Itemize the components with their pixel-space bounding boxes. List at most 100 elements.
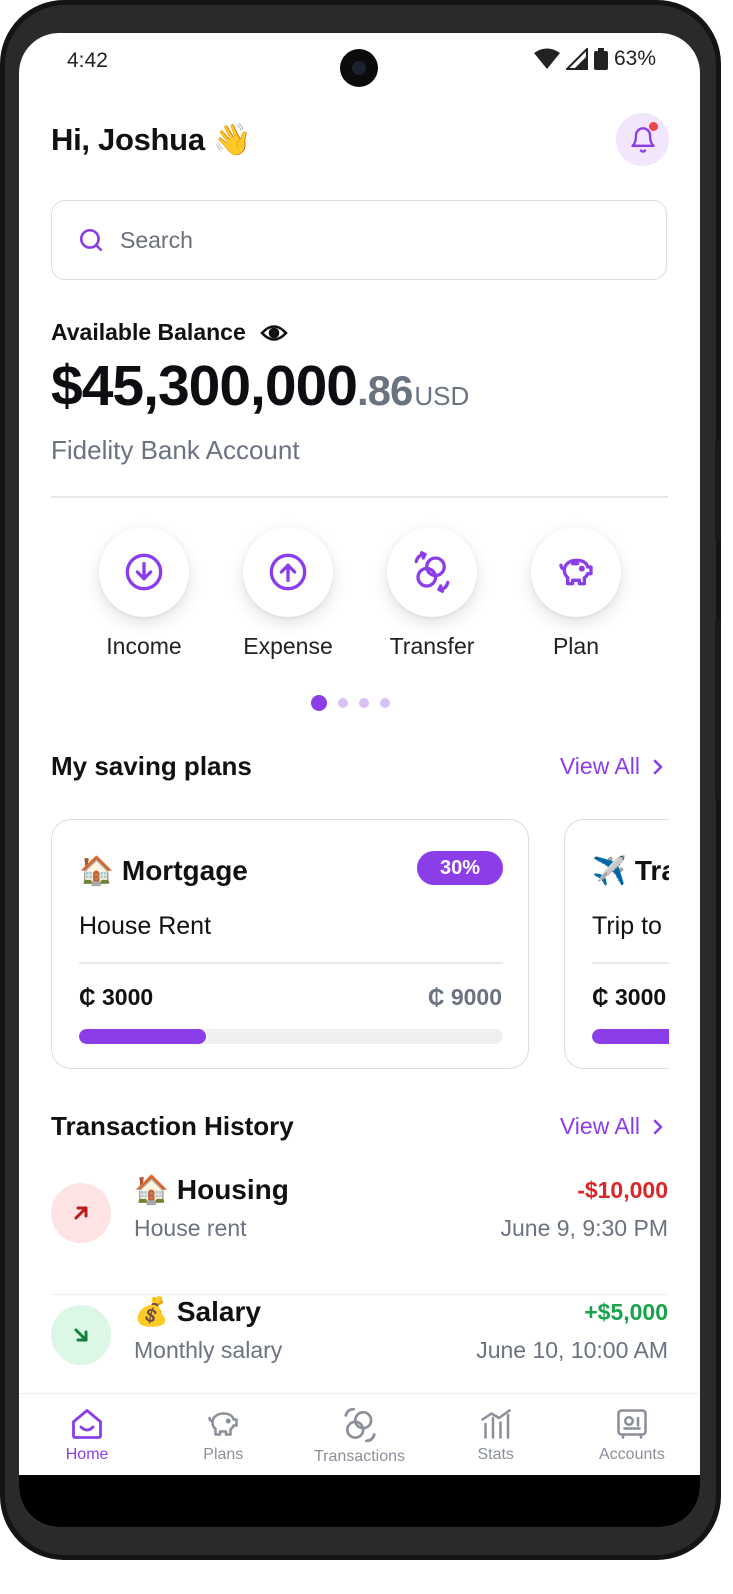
nav-stats[interactable]: Stats bbox=[428, 1394, 564, 1476]
income-label: Income bbox=[106, 633, 182, 659]
pager-dot-active[interactable] bbox=[311, 695, 327, 711]
expense-action[interactable]: Expense bbox=[223, 527, 353, 660]
search-input[interactable] bbox=[118, 225, 602, 255]
balance-label: Available Balance bbox=[51, 319, 288, 346]
transfer-label: Transfer bbox=[389, 633, 475, 659]
plan-action-button[interactable] bbox=[531, 527, 621, 617]
pager-dots bbox=[311, 695, 390, 711]
phone-volume-button bbox=[715, 620, 721, 800]
greeting: Hi, Joshua 👋 bbox=[51, 121, 252, 158]
nav-label: Plans bbox=[203, 1446, 244, 1463]
piggy-bank-icon bbox=[559, 558, 593, 586]
expense-label: Expense bbox=[243, 633, 333, 659]
battery-icon bbox=[593, 48, 608, 70]
arrow-up-circle-icon bbox=[269, 553, 307, 591]
phone-side-button bbox=[715, 440, 721, 540]
card-divider bbox=[592, 962, 669, 964]
transaction-name: Housing bbox=[176, 1173, 289, 1205]
chevron-right-icon bbox=[653, 1119, 663, 1134]
stats-icon bbox=[480, 1409, 511, 1439]
plan-progress-bar bbox=[592, 1029, 669, 1044]
saving-plan-card[interactable]: 🏠 Mortgage 30% House Rent ₵ 3000 ₵ 9000 bbox=[51, 819, 529, 1069]
transaction-date: June 9, 9:30 PM bbox=[500, 1215, 669, 1241]
search-bar[interactable] bbox=[51, 200, 667, 280]
plan-name: Mortgage bbox=[121, 854, 248, 886]
transfer-action-button[interactable] bbox=[387, 527, 477, 617]
pager-dot[interactable] bbox=[338, 698, 348, 708]
arrow-down-right-icon bbox=[74, 1328, 88, 1342]
phone-screen: 4:42 63% Hi, Joshua 👋 Available Balance … bbox=[19, 33, 700, 1527]
balance-currency: USD bbox=[414, 381, 470, 411]
plan-description: Trip to bbox=[592, 912, 662, 940]
transaction-row[interactable]: 🏠 Housing House rent -$10,000 June 9, 9:… bbox=[51, 1173, 668, 1295]
plan-percent-badge: 30% bbox=[417, 851, 503, 885]
transaction-amount: +$5,000 bbox=[584, 1299, 668, 1325]
pager-dot[interactable] bbox=[380, 698, 390, 708]
transaction-note: Monthly salary bbox=[134, 1337, 283, 1363]
money-bag-emoji: 💰 bbox=[134, 1296, 169, 1327]
balance-main: $45,300,000 bbox=[51, 354, 358, 418]
chevron-right-icon bbox=[653, 759, 663, 774]
view-all-label: View All bbox=[559, 753, 640, 779]
nav-transactions[interactable]: Transactions bbox=[291, 1394, 427, 1476]
notification-dot bbox=[649, 122, 658, 131]
expense-action-button[interactable] bbox=[243, 527, 333, 617]
plan-action[interactable]: Plan bbox=[511, 527, 641, 660]
divider bbox=[51, 496, 668, 498]
transfer-icon bbox=[343, 1407, 376, 1443]
saving-plan-card-clip: ✈️ Travel Trip to ₵ 3000 bbox=[564, 819, 669, 1069]
income-action-button[interactable] bbox=[99, 527, 189, 617]
nav-label: Transactions bbox=[314, 1448, 405, 1465]
house-emoji: 🏠 bbox=[79, 855, 114, 886]
battery-percent: 63% bbox=[613, 47, 656, 70]
transaction-date: June 10, 10:00 AM bbox=[476, 1337, 668, 1363]
nav-accounts[interactable]: Accounts bbox=[564, 1394, 700, 1476]
expense-indicator bbox=[51, 1183, 111, 1243]
notification-button[interactable] bbox=[616, 113, 669, 166]
transaction-amount: -$10,000 bbox=[577, 1177, 668, 1203]
plan-title: ✈️ Travel bbox=[592, 854, 669, 887]
saving-plans-view-all[interactable]: View All bbox=[560, 753, 664, 780]
nav-plans[interactable]: Plans bbox=[155, 1394, 291, 1476]
plan-progress-bar bbox=[79, 1029, 503, 1044]
saving-plan-card[interactable]: ✈️ Travel Trip to ₵ 3000 bbox=[564, 819, 669, 1069]
plan-saved-amount: ₵ 3000 bbox=[79, 984, 154, 1010]
nav-home[interactable]: Home bbox=[19, 1394, 155, 1476]
nav-label: Home bbox=[65, 1446, 109, 1463]
income-indicator bbox=[51, 1305, 111, 1365]
view-all-label: View All bbox=[559, 1113, 640, 1139]
house-emoji: 🏠 bbox=[134, 1174, 169, 1205]
nav-label: Accounts bbox=[599, 1446, 665, 1463]
plan-title: 🏠 Mortgage bbox=[79, 854, 248, 887]
nav-label: Stats bbox=[477, 1446, 514, 1463]
transfer-icon bbox=[414, 551, 450, 593]
arrow-down-circle-icon bbox=[125, 553, 163, 591]
transaction-note: House rent bbox=[134, 1215, 247, 1241]
transactions-view-all[interactable]: View All bbox=[560, 1113, 664, 1140]
plan-progress-fill bbox=[592, 1029, 669, 1044]
home-icon bbox=[72, 1409, 103, 1439]
transaction-title: 🏠 Housing bbox=[134, 1173, 289, 1206]
waving-hand-emoji: 👋 bbox=[213, 122, 252, 157]
transaction-title: 💰 Salary bbox=[134, 1295, 261, 1328]
piggy-bank-icon bbox=[208, 1412, 239, 1436]
card-divider bbox=[79, 962, 503, 964]
safe-icon bbox=[617, 1409, 647, 1439]
gesture-bar-area bbox=[19, 1475, 700, 1527]
balance-cents: .86 bbox=[356, 367, 413, 414]
transfer-action[interactable]: Transfer bbox=[367, 527, 497, 660]
status-time: 4:42 bbox=[67, 49, 108, 72]
eye-icon[interactable] bbox=[259, 322, 288, 344]
wifi-icon bbox=[533, 48, 560, 69]
pager-dot[interactable] bbox=[359, 698, 369, 708]
saving-plans-title: My saving plans bbox=[51, 751, 252, 781]
greeting-text: Hi, Joshua bbox=[51, 122, 205, 157]
income-action[interactable]: Income bbox=[79, 527, 209, 660]
transaction-history-title: Transaction History bbox=[51, 1111, 294, 1141]
balance-label-text: Available Balance bbox=[51, 319, 246, 345]
arrow-up-right-icon bbox=[74, 1206, 88, 1220]
balance-amount: $45,300,000 .86 USD bbox=[51, 353, 469, 419]
signal-icon bbox=[565, 48, 588, 70]
bottom-nav: Home Plans Transactions Stats Accounts bbox=[19, 1393, 700, 1476]
status-icons: 63% bbox=[533, 47, 656, 71]
